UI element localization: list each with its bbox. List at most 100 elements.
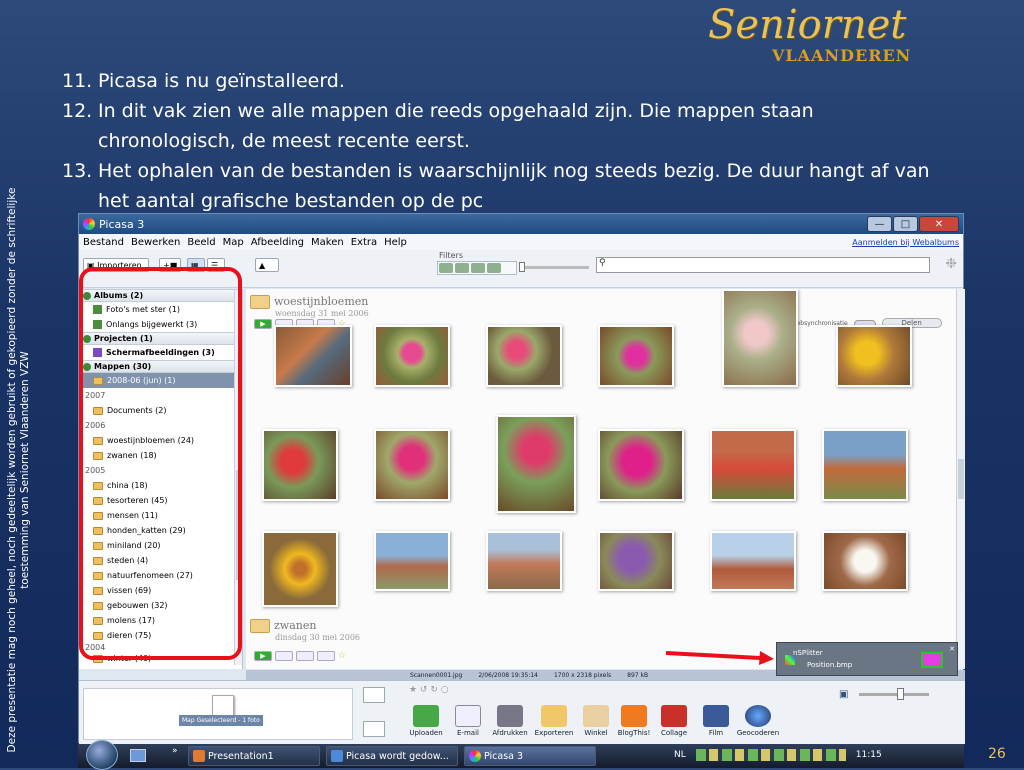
menu-afbeelding[interactable]: Afbeelding (251, 237, 304, 248)
photo-thumbnail[interactable] (598, 531, 674, 591)
window-title: Picasa 3 (99, 217, 145, 231)
folder-heading[interactable]: woestijnbloemen (250, 295, 368, 309)
hold-button[interactable] (363, 687, 385, 703)
tray-edit-icons[interactable]: ★ ↺ ↻ ○ (409, 685, 449, 695)
tray-icons[interactable] (695, 749, 846, 761)
filters-label: Filters (439, 251, 463, 260)
menu-map[interactable]: Map (223, 237, 244, 248)
menu-bar: Bestand Bewerken Beeld Map Afbeelding Ma… (79, 234, 963, 250)
red-arrow-icon (665, 651, 774, 665)
star-icon[interactable]: ☆ (338, 651, 356, 661)
collage-action[interactable]: Collage (651, 705, 697, 737)
shop-icon (583, 705, 609, 727)
maximize-button[interactable]: □ (893, 216, 918, 232)
menu-beeld[interactable]: Beeld (187, 237, 215, 248)
filter-buttons[interactable] (437, 261, 517, 275)
photo-thumbnail[interactable] (710, 429, 796, 501)
date-filter-slider[interactable] (519, 262, 589, 272)
nsplitter-notification[interactable]: nSPlitter Position.bmp ✕ (776, 642, 958, 676)
zoom-icon: ▣ (839, 689, 849, 700)
photo-thumbnail[interactable] (496, 415, 576, 513)
tray-holding-area[interactable]: Map Geselecteerd - 1 foto (83, 688, 353, 740)
upload-filter-icon[interactable] (455, 263, 469, 273)
clock[interactable]: 11:15 (856, 750, 882, 760)
people-button[interactable]: ▲ (255, 258, 279, 272)
folder-icon (250, 619, 270, 633)
preview-swatch (921, 652, 943, 668)
upload-action[interactable]: Uploaden (403, 705, 449, 737)
picasa-icon (469, 750, 481, 762)
taskbar-item-picasa[interactable]: Picasa 3 (464, 746, 596, 766)
step-13: 13. Het ophalen van de bestanden is waars… (62, 160, 930, 212)
scrollbar-thumb[interactable] (958, 459, 964, 499)
nsplitter-file: Position.bmp (807, 661, 853, 669)
loading-spinner-icon: ❉ (945, 256, 957, 272)
copyright-note: Deze presentatie mag noch geheel, noch g… (6, 187, 31, 753)
signin-link[interactable]: Aanmelden bij Webalbums (852, 238, 963, 247)
photo-tray: Map Geselecteerd - 1 foto ★ ↺ ↻ ○ Upload… (79, 680, 965, 744)
slider-handle[interactable] (519, 262, 525, 272)
star-filter-icon[interactable] (439, 263, 453, 273)
upload-button[interactable] (317, 651, 335, 661)
minimize-button[interactable]: — (867, 216, 892, 232)
quicklaunch-chevron-icon[interactable]: » (172, 746, 178, 756)
play-slideshow-button[interactable]: ▶ (254, 651, 272, 661)
photo-thumbnail[interactable] (374, 429, 450, 501)
internet-explorer-icon (331, 750, 343, 762)
photo-thumbnail[interactable] (374, 531, 450, 591)
upload-icon (413, 705, 439, 727)
language-indicator[interactable]: NL (674, 750, 686, 760)
print-action[interactable]: Afdrukken (487, 705, 533, 737)
menu-extra[interactable]: Extra (351, 237, 377, 248)
photo-thumbnail[interactable] (822, 531, 908, 591)
photo-thumbnail[interactable] (722, 289, 798, 387)
movie-button[interactable] (296, 651, 314, 661)
start-button[interactable] (86, 740, 118, 770)
taskbar-item-presentation[interactable]: Presentation1 (188, 746, 320, 766)
photo-thumbnail[interactable] (262, 429, 338, 501)
thumbnail-grid: woestijnbloemen woensdag 31 mei 2006 ▶ ☆ … (246, 289, 965, 669)
zoom-slider[interactable] (859, 688, 929, 700)
menu-bewerken[interactable]: Bewerken (131, 237, 180, 248)
geotag-action[interactable]: Geocoderen (735, 705, 781, 737)
export-action[interactable]: Exporteren (531, 705, 577, 737)
photo-thumbnail[interactable] (262, 531, 338, 607)
status-dimensions: 1700 x 2318 pixels (553, 671, 612, 679)
photo-thumbnail[interactable] (822, 429, 908, 501)
photo-thumbnail[interactable] (710, 531, 796, 591)
highlight-rectangle (79, 267, 242, 660)
photo-thumbnail[interactable] (274, 325, 352, 387)
photo-thumbnail[interactable] (598, 429, 684, 501)
film-icon (703, 705, 729, 727)
film-action[interactable]: Film (693, 705, 739, 737)
status-filename: Scannen0001.jpg (410, 671, 463, 679)
menu-help[interactable]: Help (384, 237, 407, 248)
grid-scrollbar[interactable] (956, 289, 965, 669)
search-input[interactable] (596, 257, 930, 273)
close-button[interactable]: ✕ (919, 216, 959, 232)
show-desktop-icon[interactable] (130, 749, 146, 762)
play-slideshow-button[interactable]: ▶ (254, 319, 272, 329)
menu-bestand[interactable]: Bestand (83, 237, 124, 248)
photo-thumbnail[interactable] (374, 325, 450, 387)
tray-selection-badge: Map Geselecteerd - 1 foto (179, 715, 263, 726)
photo-thumbnail[interactable] (486, 325, 562, 387)
zoom-slider-handle[interactable] (897, 688, 904, 700)
people-icon: ▲ (259, 260, 266, 270)
logo-text: Seniornet (708, 2, 907, 48)
folder-heading[interactable]: zwanen (250, 619, 316, 633)
movie-filter-icon[interactable] (487, 263, 501, 273)
photo-thumbnail[interactable] (836, 325, 912, 387)
people-filter-icon[interactable] (471, 263, 485, 273)
tray-menu-button[interactable] (363, 721, 385, 737)
photo-thumbnail[interactable] (486, 531, 562, 591)
blogger-icon (621, 705, 647, 727)
photo-thumbnail[interactable] (598, 325, 674, 387)
collage-button[interactable] (275, 651, 293, 661)
page-number: 26 (988, 746, 1006, 762)
close-icon[interactable]: ✕ (949, 645, 955, 653)
email-action[interactable]: E-mail (445, 705, 491, 737)
menu-maken[interactable]: Maken (311, 237, 344, 248)
folder-icon (250, 295, 270, 309)
taskbar-item-browser[interactable]: Picasa wordt gedow... (326, 746, 458, 766)
